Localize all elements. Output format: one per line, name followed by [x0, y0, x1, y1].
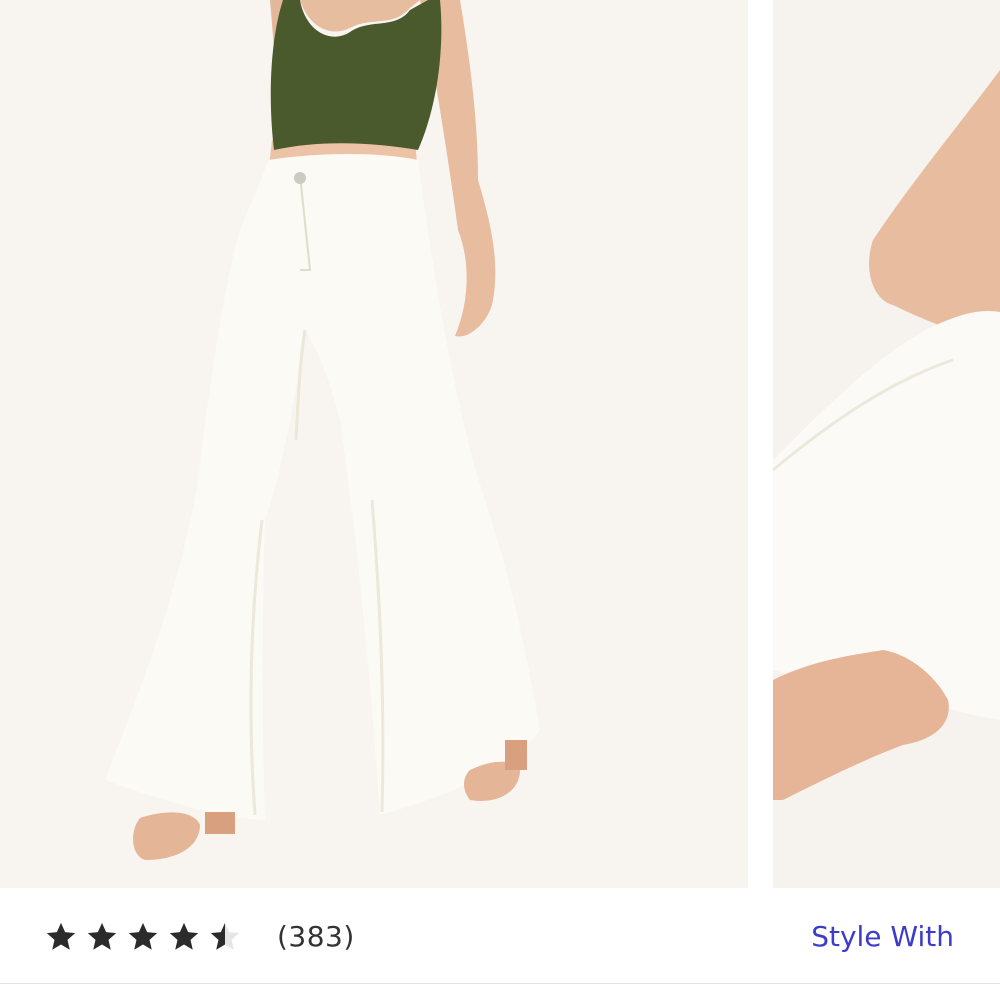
product-image-carousel[interactable] [0, 0, 1000, 888]
review-count[interactable]: (383) [277, 914, 355, 960]
star-icon [44, 920, 78, 954]
star-rating[interactable]: (383) [44, 914, 355, 960]
product-photo-closeup-illustration [773, 0, 1000, 888]
style-with-link[interactable]: Style With [811, 914, 954, 960]
product-image-next[interactable] [773, 0, 1000, 888]
star-icon [167, 920, 201, 954]
divider [0, 983, 1000, 984]
product-photo-illustration [0, 0, 748, 888]
product-image-main[interactable] [0, 0, 748, 888]
star-icon [85, 920, 119, 954]
half-star-icon [208, 920, 242, 954]
star-icon [126, 920, 160, 954]
